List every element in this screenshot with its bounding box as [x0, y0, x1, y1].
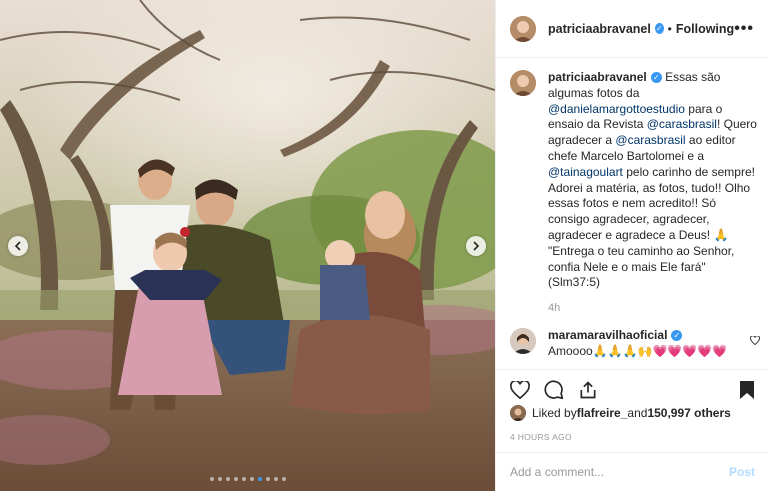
- likes-summary: Liked by flafreire_ and 150,997 others: [510, 405, 731, 421]
- commenter-username[interactable]: maramaravilhaoficial: [548, 328, 667, 342]
- post-header: patriciaabravanel ✓ • Following •••: [496, 0, 768, 58]
- caption-part: pelo carinho de sempre! Adorei a matéria…: [548, 164, 755, 290]
- comment-button[interactable]: [544, 379, 564, 400]
- chevron-left-icon: [14, 241, 21, 251]
- carousel-dot: [233, 477, 238, 481]
- comment-text: maramaravilhaoficial ✓ Amoooo🙏🙏🙏🙌💗💗💗💗💗: [548, 328, 728, 360]
- separator-dot: •: [667, 21, 672, 36]
- liker-avatar[interactable]: [510, 405, 526, 421]
- family-photo-image: [0, 0, 495, 491]
- caption-avatar[interactable]: [510, 70, 536, 96]
- mention-link[interactable]: @danielamargottoestudio: [548, 102, 685, 116]
- post-comment-button[interactable]: Post: [729, 465, 755, 479]
- verified-badge-icon: ✓: [650, 72, 662, 84]
- caption-text: patriciaabravanel ✓ Essas são algumas fot…: [548, 70, 760, 291]
- caption-username[interactable]: patriciaabravanel: [548, 70, 647, 84]
- carousel-dot: [249, 477, 254, 481]
- add-comment-bar: Post: [496, 452, 768, 491]
- share-icon: [580, 381, 596, 398]
- carousel-dot: [241, 477, 246, 481]
- carousel-dot: [209, 477, 214, 481]
- post-timestamp[interactable]: 4 HOURS AGO: [510, 432, 572, 442]
- add-comment-input[interactable]: [510, 465, 729, 479]
- commenter-avatar[interactable]: [510, 328, 536, 355]
- carousel-prev-button[interactable]: [8, 236, 28, 256]
- carousel-dot: [273, 477, 278, 481]
- carousel-indicator: [0, 477, 495, 481]
- caption-row: patriciaabravanel ✓ Essas são algumas fot…: [510, 70, 760, 291]
- heart-icon: [510, 380, 530, 399]
- author-avatar[interactable]: [510, 15, 536, 42]
- mention-link[interactable]: @carasbrasil: [615, 133, 685, 147]
- verified-badge-icon: ✓: [671, 330, 683, 342]
- carousel-dot: [257, 477, 262, 481]
- post-photo[interactable]: [0, 0, 495, 491]
- more-options-icon[interactable]: •••: [734, 20, 754, 38]
- following-button[interactable]: Following: [676, 22, 734, 36]
- bookmark-icon: [740, 380, 754, 399]
- carousel-dot: [281, 477, 286, 481]
- comment-icon: [544, 379, 564, 399]
- likes-prefix: Liked by: [532, 406, 577, 420]
- carousel-dot: [265, 477, 270, 481]
- mention-link[interactable]: @carasbrasil: [647, 117, 717, 131]
- carousel-next-button[interactable]: [466, 236, 486, 256]
- carousel-dot: [225, 477, 230, 481]
- liker-username[interactable]: flafreire_: [577, 406, 628, 420]
- likes-middle: and: [627, 406, 648, 420]
- like-button[interactable]: [510, 380, 530, 399]
- share-button[interactable]: [578, 380, 598, 400]
- action-bar: [496, 369, 768, 409]
- verified-badge-icon: ✓: [654, 23, 664, 34]
- comment-like-heart-icon[interactable]: [750, 336, 760, 346]
- save-button[interactable]: [739, 380, 755, 400]
- mention-link[interactable]: @tainagoulart: [548, 165, 623, 179]
- likes-count[interactable]: 150,997 others: [647, 406, 730, 420]
- carousel-dot: [217, 477, 222, 481]
- post-side-panel: patriciaabravanel ✓ • Following ••• patr…: [495, 0, 768, 491]
- comment-body: Amoooo🙏🙏🙏🙌💗💗💗💗💗: [548, 343, 728, 358]
- author-username[interactable]: patriciaabravanel: [548, 22, 651, 36]
- caption-timestamp[interactable]: 4h: [548, 302, 760, 314]
- comments-list: patriciaabravanel ✓ Essas são algumas fot…: [510, 70, 760, 360]
- chevron-right-icon: [473, 241, 480, 251]
- instagram-post: patriciaabravanel ✓ • Following ••• patr…: [0, 0, 768, 491]
- comment-row: maramaravilhaoficial ✓ Amoooo🙏🙏🙏🙌💗💗💗💗💗: [510, 328, 760, 360]
